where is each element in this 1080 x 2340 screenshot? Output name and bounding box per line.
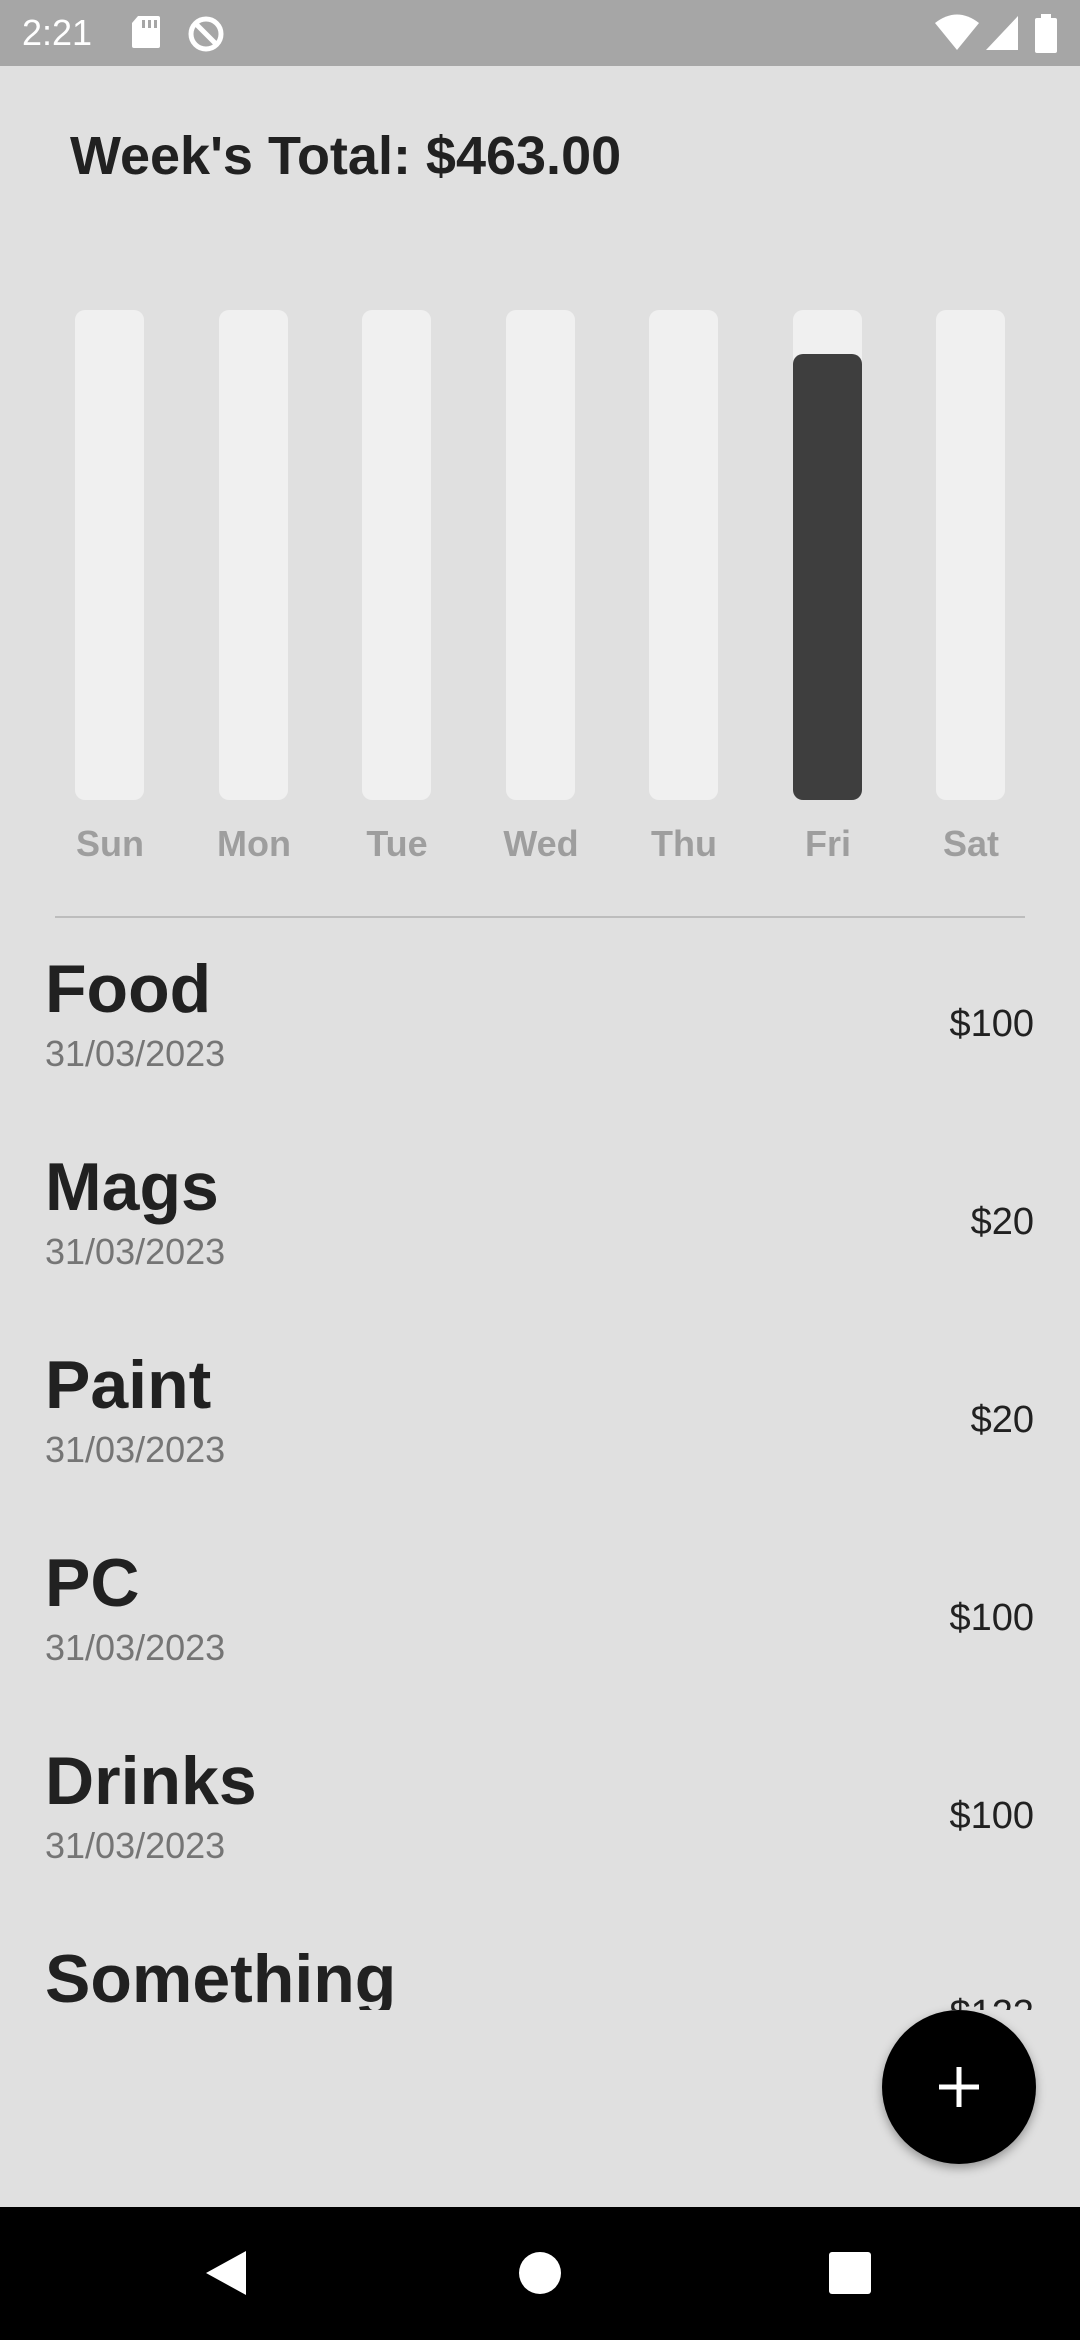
back-button[interactable] bbox=[146, 2207, 306, 2340]
expense-amount: $100 bbox=[949, 1003, 1034, 1045]
expense-list-item[interactable]: Drinks 31/03/2023 $100 bbox=[0, 1712, 1080, 1910]
chart-day-label: Sun bbox=[76, 823, 144, 864]
expense-title: Drinks bbox=[45, 1743, 257, 1819]
system-nav-bar bbox=[0, 2207, 1080, 2340]
expense-title: Paint bbox=[45, 1347, 212, 1423]
expense-list[interactable]: Food 31/03/2023 $100 Mags 31/03/2023 $20… bbox=[0, 920, 1080, 2010]
expense-list-item[interactable]: Paint 31/03/2023 $20 bbox=[0, 1316, 1080, 1514]
expense-amount: $100 bbox=[949, 1597, 1034, 1639]
chart-bar-track bbox=[75, 310, 144, 800]
chart-day-label: Thu bbox=[651, 823, 717, 864]
expense-amount: $20 bbox=[970, 1399, 1034, 1441]
divider bbox=[55, 916, 1025, 918]
chart-bar bbox=[793, 354, 862, 800]
chart-day-label: Sat bbox=[942, 823, 1000, 864]
expense-amount: $20 bbox=[970, 1201, 1034, 1243]
home-button[interactable] bbox=[460, 2207, 620, 2340]
expense-title: Something bbox=[45, 1941, 397, 2010]
recents-button[interactable] bbox=[770, 2207, 930, 2340]
expense-title: PC bbox=[45, 1545, 140, 1621]
expense-date: 31/03/2023 bbox=[45, 1429, 226, 1470]
expense-title: Food bbox=[45, 951, 212, 1027]
chart-day-label: Fri bbox=[804, 823, 851, 864]
plus-icon bbox=[939, 2067, 979, 2107]
chart-day-label: Wed bbox=[503, 823, 579, 864]
chart-bar-track bbox=[649, 310, 718, 800]
expense-amount: $123 bbox=[949, 1991, 1034, 2010]
chart-bar-track bbox=[936, 310, 1005, 800]
expense-list-item[interactable]: Something $123 bbox=[0, 1910, 1080, 2010]
expense-date: 31/03/2023 bbox=[45, 1033, 226, 1074]
expense-list-item[interactable]: Food 31/03/2023 $100 bbox=[0, 920, 1080, 1118]
expense-date: 31/03/2023 bbox=[45, 1231, 226, 1272]
chart-day-label: Mon bbox=[217, 823, 291, 864]
home-icon bbox=[519, 2252, 561, 2294]
weekly-spending-chart: Sun Mon Tue Wed Thu Fri Sat bbox=[0, 0, 1080, 900]
chart-day-label: Tue bbox=[366, 823, 428, 864]
expense-title: Mags bbox=[45, 1149, 219, 1225]
chart-bar-track bbox=[219, 310, 288, 800]
expense-amount: $100 bbox=[949, 1795, 1034, 1837]
back-icon bbox=[206, 2251, 246, 2295]
expense-list-item[interactable]: Mags 31/03/2023 $20 bbox=[0, 1118, 1080, 1316]
recents-icon bbox=[829, 2252, 871, 2294]
chart-bar-track bbox=[362, 310, 431, 800]
expense-date: 31/03/2023 bbox=[45, 1825, 226, 1866]
expense-list-item[interactable]: PC 31/03/2023 $100 bbox=[0, 1514, 1080, 1712]
chart-bar-track bbox=[506, 310, 575, 800]
add-expense-button[interactable] bbox=[882, 2010, 1036, 2164]
expense-date: 31/03/2023 bbox=[45, 1627, 226, 1668]
